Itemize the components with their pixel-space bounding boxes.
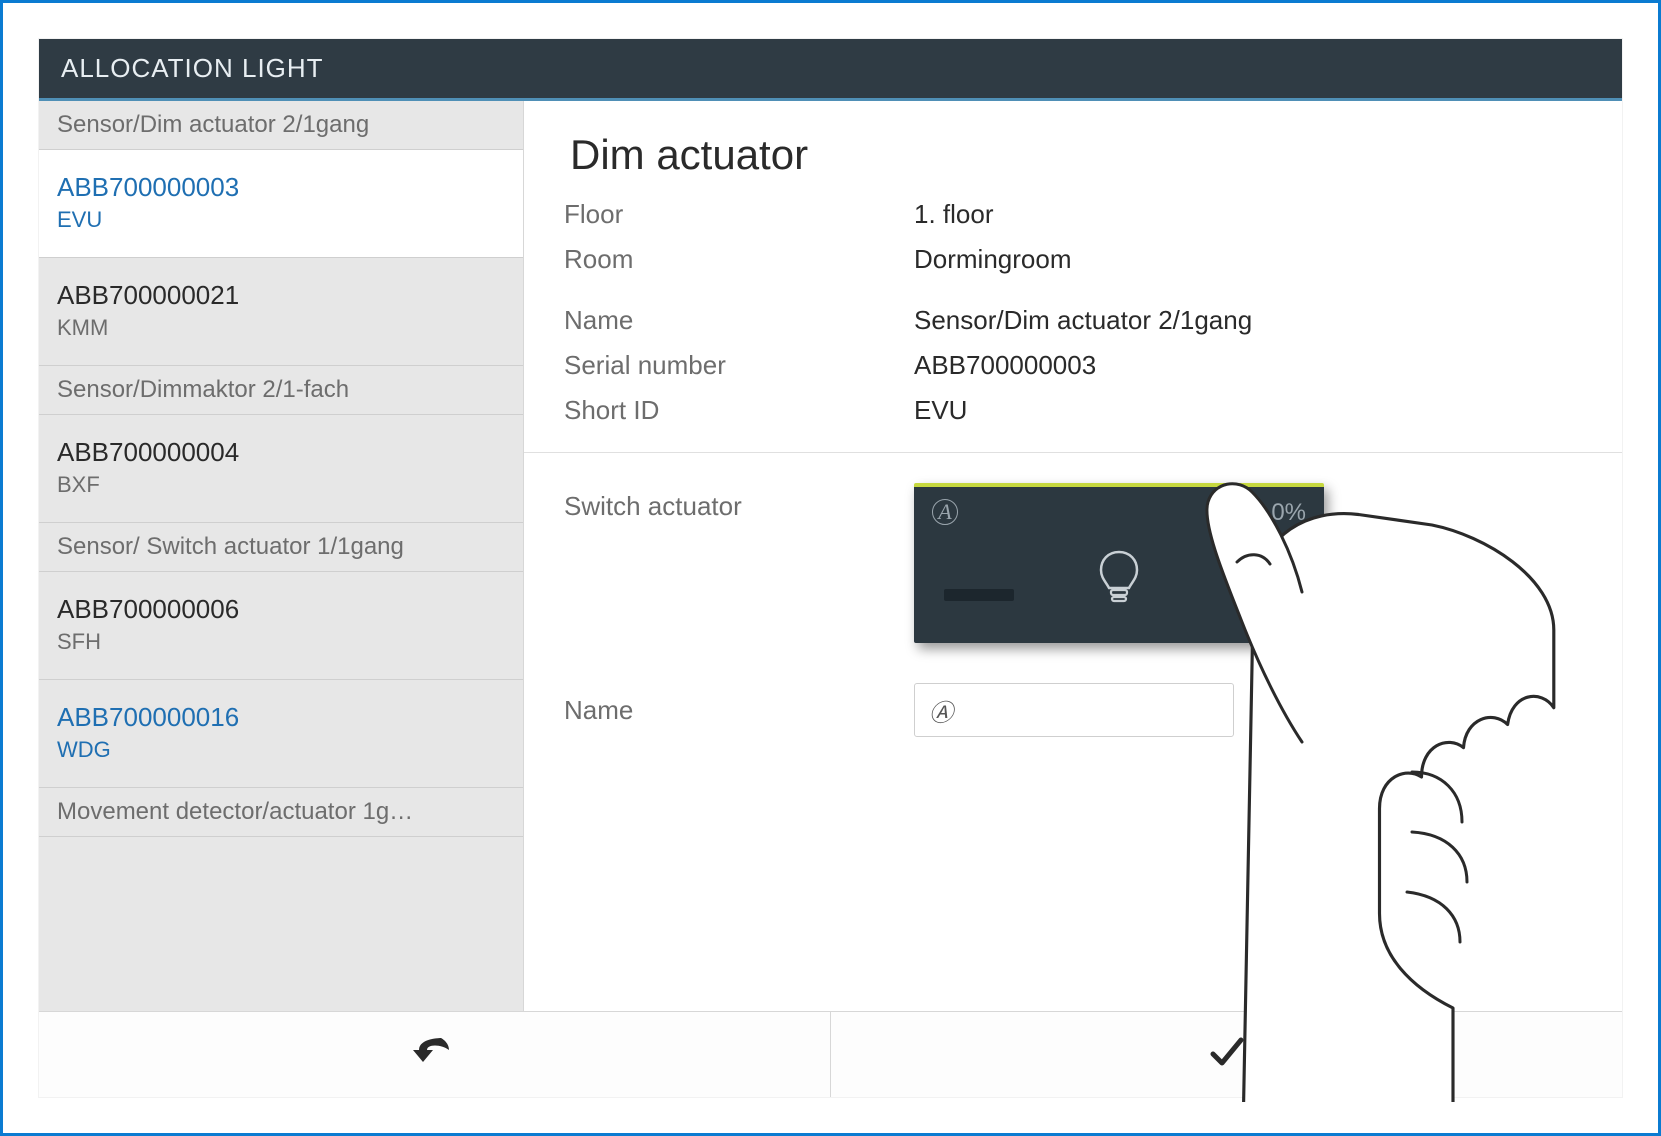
device-item[interactable]: ABB700000021 KMM — [39, 258, 523, 366]
field-label: Short ID — [564, 395, 914, 426]
device-short-id: BXF — [57, 472, 505, 498]
channel-name-row: Name — [564, 683, 1582, 737]
dim-slider-track[interactable] — [944, 589, 1014, 601]
details-pane: Dim actuator Floor 1. floor Room Dorming… — [524, 101, 1622, 1013]
field-row-name: Name Sensor/Dim actuator 2/1gang — [564, 305, 1582, 336]
field-value: Sensor/Dim actuator 2/1gang — [914, 305, 1252, 336]
field-value: 1. floor — [914, 199, 994, 230]
back-arrow-icon — [411, 1032, 459, 1077]
switch-actuator-widget[interactable]: A 0% — [914, 483, 1324, 643]
field-value: Dormingroom — [914, 244, 1072, 275]
device-short-id: SFH — [57, 629, 505, 655]
device-item[interactable]: ABB700000004 BXF — [39, 415, 523, 523]
sidebar-group-header: Sensor/Dimmaktor 2/1-fach — [39, 366, 523, 415]
field-row-floor: Floor 1. floor — [564, 199, 1582, 230]
channel-badge-icon: A — [932, 499, 958, 525]
sidebar-group-header: Sensor/ Switch actuator 1/1gang — [39, 523, 523, 572]
device-short-id: KMM — [57, 315, 505, 341]
divider — [524, 452, 1622, 453]
device-serial: ABB700000021 — [57, 280, 505, 311]
device-serial: ABB700000016 — [57, 702, 505, 733]
field-label: Name — [564, 305, 914, 336]
switch-actuator-row: Switch actuator A 0% — [564, 483, 1582, 643]
field-row-room: Room Dormingroom — [564, 244, 1582, 275]
field-label: Floor — [564, 199, 914, 230]
device-item[interactable]: ABB700000006 SFH — [39, 572, 523, 680]
field-row-serial: Serial number ABB700000003 — [564, 350, 1582, 381]
field-row-shortid: Short ID EVU — [564, 395, 1582, 426]
device-short-id: EVU — [57, 207, 505, 233]
switch-actuator-label: Switch actuator — [564, 483, 914, 522]
sidebar: Sensor/Dim actuator 2/1gang ABB700000003… — [39, 101, 524, 1013]
checkmark-icon — [1207, 1032, 1247, 1077]
details-title: Dim actuator — [570, 131, 1582, 179]
sidebar-group-header: Sensor/Dim actuator 2/1gang — [39, 101, 523, 150]
device-serial: ABB700000004 — [57, 437, 505, 468]
app-window: ALLOCATION LIGHT Sensor/Dim actuator 2/1… — [39, 39, 1622, 1097]
window-title: ALLOCATION LIGHT — [39, 39, 1622, 101]
bottom-toolbar — [39, 1011, 1622, 1097]
confirm-button[interactable] — [830, 1012, 1622, 1097]
device-serial: ABB700000006 — [57, 594, 505, 625]
sidebar-group-header: Movement detector/actuator 1g… — [39, 788, 523, 837]
field-value: EVU — [914, 395, 967, 426]
field-value: ABB700000003 — [914, 350, 1096, 381]
field-label: Serial number — [564, 350, 914, 381]
lightbulb-icon — [1094, 548, 1144, 613]
back-button[interactable] — [39, 1012, 830, 1097]
device-item[interactable]: ABB700000003 EVU — [39, 150, 523, 258]
device-item[interactable]: ABB700000016 WDG — [39, 680, 523, 788]
device-short-id: WDG — [57, 737, 505, 763]
main-body: Sensor/Dim actuator 2/1gang ABB700000003… — [39, 101, 1622, 1013]
channel-name-input[interactable] — [914, 683, 1234, 737]
field-label: Room — [564, 244, 914, 275]
device-serial: ABB700000003 — [57, 172, 505, 203]
channel-name-label: Name — [564, 695, 914, 726]
dim-percent: 0% — [1271, 499, 1306, 527]
